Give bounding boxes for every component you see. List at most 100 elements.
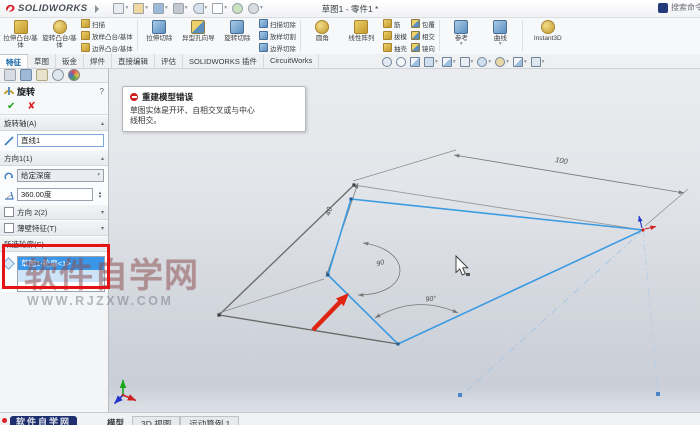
linear-pattern-button[interactable]: 线性阵列 [342, 18, 381, 53]
menu-flyout-icon[interactable] [95, 5, 99, 13]
intersect-button[interactable]: 相交 [411, 31, 435, 41]
tab-direct-editing[interactable]: 直接编辑 [112, 54, 155, 68]
section-view-button[interactable]: ▾ [424, 57, 438, 67]
error-title: 重建模型错误 [142, 91, 193, 103]
apply-scene-icon [513, 57, 523, 67]
wrap-button[interactable]: 包覆 [411, 19, 435, 29]
edit-appearance-button[interactable]: ▾ [495, 57, 509, 67]
tab-features[interactable]: 特征 [0, 54, 28, 68]
dim-label-top[interactable]: 100 [554, 155, 569, 166]
boundary-cut-button[interactable]: 边界切除 [259, 43, 296, 53]
sketch-endpoints[interactable] [217, 183, 399, 345]
direction2-section-header[interactable]: 方向 2(2) ▾ [0, 204, 108, 220]
configurationmanager-tab-icon[interactable] [36, 69, 48, 81]
boundary-boss-button[interactable]: 边界凸台/基体 [81, 43, 133, 53]
apply-scene-button[interactable]: ▾ [513, 57, 527, 67]
feature-title: 旋转 [17, 85, 35, 98]
zoom-area-button[interactable] [396, 57, 406, 67]
contour-selection-list[interactable]: 草图1-轮廓<1> [17, 256, 105, 292]
open-button[interactable]: ▾ [133, 3, 148, 14]
tab-sketch[interactable]: 草图 [28, 54, 56, 68]
shell-button[interactable]: 抽壳 [383, 43, 407, 53]
lofted-cut-button[interactable]: 放样切割 [259, 31, 296, 41]
draft-button[interactable]: 拔模 [383, 31, 407, 41]
ribbon-separator [439, 20, 440, 51]
sweep-icon [81, 19, 90, 28]
sweep-button[interactable]: 扫描 [81, 19, 133, 29]
tab-circuitworks[interactable]: CircuitWorks [264, 54, 319, 68]
thin-feature-checkbox[interactable] [4, 223, 14, 233]
thin-feature-section-header[interactable]: 薄壁特征(T) ▾ [0, 220, 108, 236]
select-button[interactable]: ▾ [212, 3, 227, 14]
view-settings-icon [531, 57, 541, 67]
reference-geometry-button[interactable]: 参考▾ [442, 18, 481, 53]
feature-small-buttons-1: 筋 拔模 抽壳 [381, 18, 409, 53]
propertymanager-tab-icon[interactable] [20, 69, 32, 81]
centerline-endpoint[interactable] [458, 393, 462, 397]
tab-sheet-metal[interactable]: 钣金 [56, 54, 84, 68]
outer-profile-lines[interactable] [219, 185, 643, 344]
view-orientation-button[interactable]: ▾ [442, 57, 456, 67]
selection-list-empty-row[interactable] [18, 270, 104, 282]
angle-input[interactable]: 360.00度 [17, 188, 93, 201]
instant3d-button[interactable]: Instant3D [525, 18, 571, 53]
options-button[interactable]: ▾ [248, 3, 263, 14]
shell-icon [383, 43, 392, 52]
dimension-angle-left[interactable]: 90 [358, 243, 400, 295]
extruded-cut-button[interactable]: 拉伸切除 [140, 18, 179, 53]
centerline-endpoint[interactable] [656, 392, 660, 396]
swept-cut-button[interactable]: 扫描切除 [259, 19, 296, 29]
dimension-angle-bottom[interactable]: 90° [375, 294, 458, 318]
tab-evaluate[interactable]: 评估 [155, 54, 183, 68]
save-button[interactable]: ▾ [153, 3, 168, 14]
tab-weldments[interactable]: 焊件 [84, 54, 112, 68]
dim-label-angle-left[interactable]: 90 [376, 259, 386, 268]
zoom-fit-button[interactable] [382, 57, 392, 67]
search-placeholder: 搜索命令 [671, 2, 700, 13]
command-search[interactable]: 搜索命令 [658, 2, 700, 13]
display-style-button[interactable]: ▾ [460, 57, 474, 67]
direction2-checkbox[interactable] [4, 207, 14, 217]
selected-contour-item[interactable]: 草图1-轮廓<1> [18, 257, 104, 270]
curves-button[interactable]: 曲线▾ [481, 18, 520, 53]
rib-button[interactable]: 筋 [383, 19, 407, 29]
loft-button[interactable]: 放样凸台/基体 [81, 31, 133, 41]
view-settings-button[interactable]: ▾ [531, 57, 545, 67]
direction1-section-header[interactable]: 方向1(1) ▴ [0, 150, 108, 166]
selected-contours-section-header[interactable]: 所选轮廓(S) ▴ [0, 236, 108, 252]
new-button[interactable]: ▾ [113, 3, 128, 14]
tab-sw-addins[interactable]: SOLIDWORKS 插件 [183, 54, 264, 68]
previous-view-button[interactable] [410, 57, 420, 67]
cancel-button[interactable]: ✘ [27, 102, 35, 112]
dimxpertmanager-tab-icon[interactable] [52, 69, 64, 81]
edit-appearance-icon [495, 57, 505, 67]
undo-button[interactable]: ▾ [193, 3, 208, 14]
extrude-boss-button[interactable]: 拉伸凸台/基体 [1, 18, 40, 53]
centerline-dashdot[interactable] [458, 230, 660, 397]
end-condition-dropdown[interactable]: 给定深度▾ [17, 169, 104, 182]
axis-section-header[interactable]: 旋转轴(A) ▴ [0, 115, 108, 131]
angle-spinner[interactable]: ▴ ▾ [96, 191, 104, 199]
ribbon-group-instant3d: Instant3D [524, 17, 572, 54]
hide-show-items-button[interactable]: ▾ [477, 57, 491, 67]
selected-profile-blue[interactable] [328, 199, 643, 344]
hole-wizard-button[interactable]: 异型孔向导 [179, 18, 218, 53]
rebuild-button[interactable] [232, 3, 243, 14]
axis-selection-field[interactable]: 直线1 [17, 134, 104, 147]
help-icon[interactable]: ? [100, 87, 104, 96]
fillet-button[interactable]: 圆角 [303, 18, 342, 53]
hole-wizard-icon [191, 20, 205, 34]
revolved-cut-button[interactable]: 旋转切除 [218, 18, 257, 53]
section-view-icon [424, 57, 434, 67]
dim-label-angle-bottom[interactable]: 90° [425, 294, 437, 303]
ok-button[interactable]: ✔ [7, 102, 15, 112]
mirror-button[interactable]: 镜向 [411, 43, 435, 53]
featuremanager-tab-icon[interactable] [4, 69, 16, 81]
dim-label-left[interactable]: 40 [323, 205, 334, 217]
print-button[interactable]: ▾ [173, 3, 188, 14]
revolve-boss-button[interactable]: 旋转凸台/基体 [40, 18, 79, 53]
dimension-top-length[interactable]: 100 [353, 150, 688, 226]
displaymanager-tab-icon[interactable] [68, 69, 80, 81]
graphics-viewport[interactable]: 重建模型错误 草图实体是开环、自相交叉或与中心 线相交。 [109, 68, 700, 412]
error-icon [130, 93, 138, 101]
